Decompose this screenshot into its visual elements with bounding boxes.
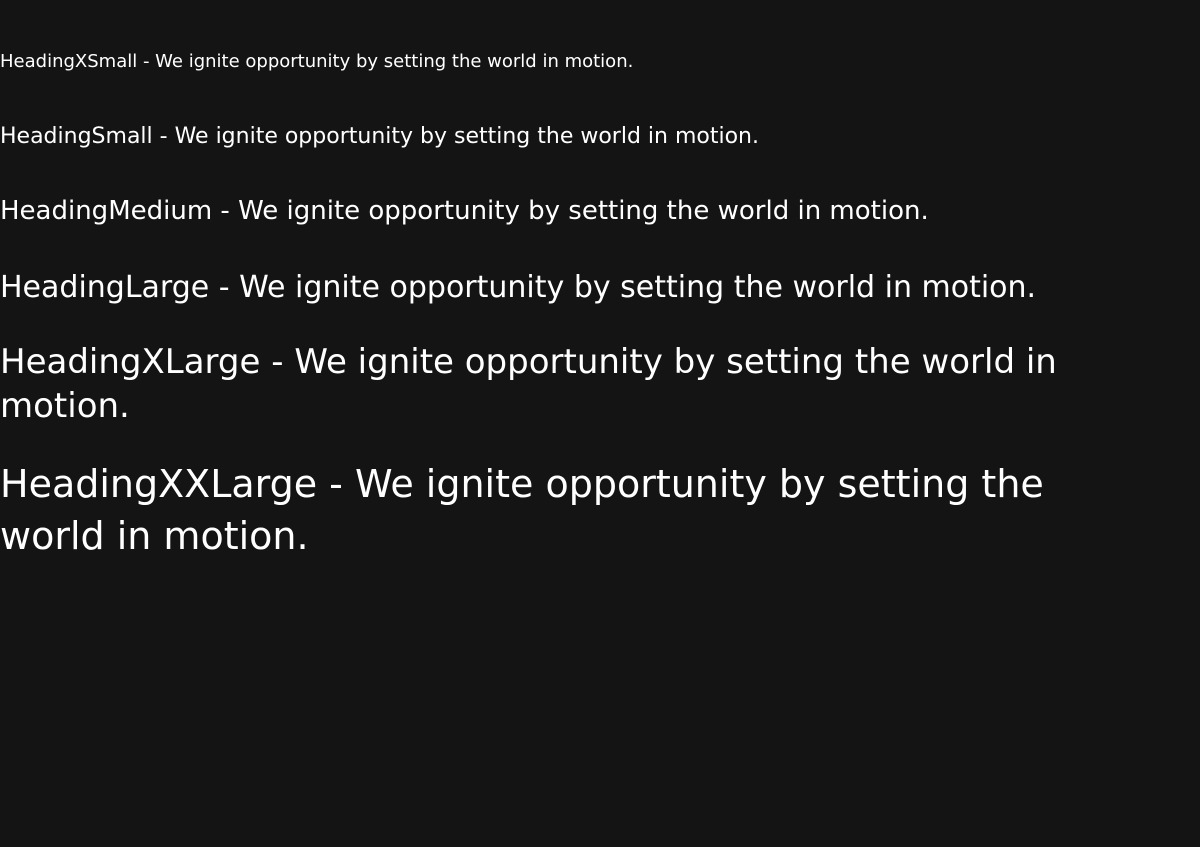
heading-xsmall: HeadingXSmall - We ignite opportunity by… [0, 51, 634, 72]
heading-xlarge: HeadingXLarge - We ignite opportunity by… [0, 342, 1057, 426]
heading-small: HeadingSmall - We ignite opportunity by … [0, 124, 759, 149]
heading-xxlarge: HeadingXXLarge - We ignite opportunity b… [0, 462, 1044, 558]
heading-large: HeadingLarge - We ignite opportunity by … [0, 270, 1037, 305]
heading-medium: HeadingMedium - We ignite opportunity by… [0, 196, 929, 226]
